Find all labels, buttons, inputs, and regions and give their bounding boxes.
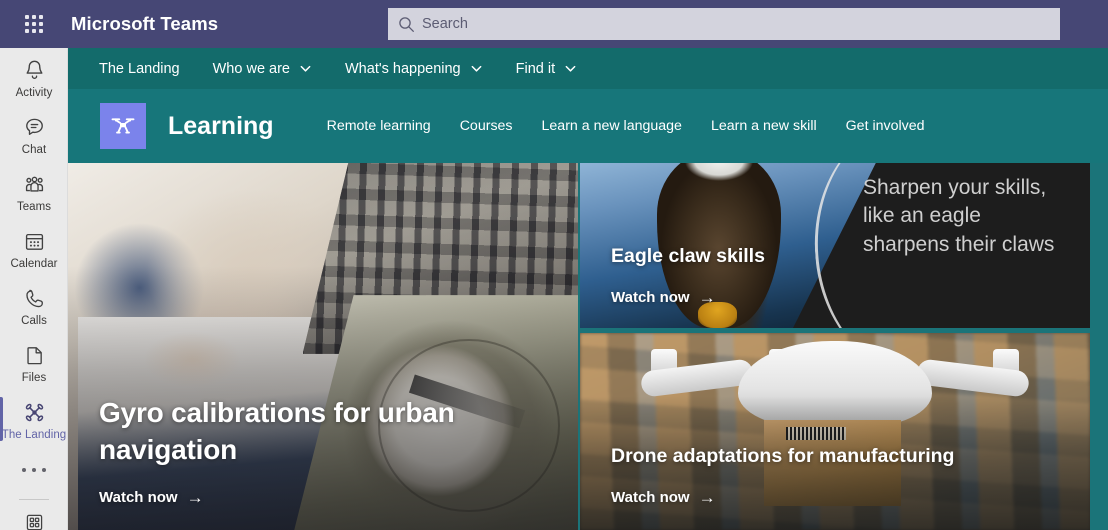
watch-now-label: Watch now: [99, 489, 178, 506]
page-title: Microsoft Teams: [71, 13, 219, 34]
sidebar-item-label: Files: [21, 372, 47, 384]
more-apps-button[interactable]: [0, 447, 67, 493]
drone-card-title: Drone adaptations for manufacturing: [611, 445, 955, 467]
search-input[interactable]: [422, 16, 1050, 32]
nav-item-find-it[interactable]: Find it: [516, 48, 578, 89]
nav-item-label: The Landing: [99, 60, 180, 77]
site-title: Learning: [168, 111, 274, 140]
nav-item-label: Find it: [515, 60, 556, 77]
nav-item-who-we-are[interactable]: Who we are: [213, 48, 312, 89]
sidebar-item-label: Activity: [15, 87, 53, 99]
nav-item-whats-happening[interactable]: What's happening: [345, 48, 483, 89]
sidebar-item-activity[interactable]: Activity: [0, 48, 67, 105]
teams-window: Microsoft Teams Activity: [0, 0, 1108, 530]
ellipsis-icon: [22, 468, 26, 472]
search-icon: [398, 16, 415, 33]
sidebar-item-files[interactable]: Files: [0, 333, 67, 390]
sublink-get-involved[interactable]: Get involved: [846, 118, 925, 134]
sidebar-item-label: Teams: [16, 201, 52, 213]
arrow-right-icon: →: [698, 288, 716, 307]
sublink-remote-learning[interactable]: Remote learning: [327, 118, 431, 134]
sidebar-item-calendar[interactable]: Calendar: [0, 219, 67, 276]
arrow-right-icon: →: [698, 488, 716, 507]
apps-grid-icon: [23, 511, 46, 530]
sidebar-item-the-landing[interactable]: The Landing: [0, 390, 67, 447]
nav-item-the-landing[interactable]: The Landing: [99, 48, 180, 89]
sidebar-item-label: Chat: [21, 144, 47, 156]
hero-card-gyro-calibrations[interactable]: Gyro calibrations for urban navigation W…: [68, 163, 578, 530]
chevron-down-icon: [299, 62, 312, 75]
site-header: Learning Remote learning Courses Learn a…: [68, 89, 1108, 163]
phone-icon: [22, 286, 47, 311]
sublink-courses[interactable]: Courses: [460, 118, 513, 134]
title-bar: Microsoft Teams: [0, 0, 1108, 48]
drone-icon: [22, 400, 47, 425]
search-bar[interactable]: [388, 8, 1060, 40]
eagle-card-title: Eagle claw skills: [611, 245, 765, 267]
nav-item-label: Who we are: [212, 60, 290, 77]
document-icon: [22, 343, 47, 368]
drone-card-content: Drone adaptations for manufacturing Watc…: [611, 445, 954, 506]
bell-icon: [22, 58, 47, 83]
arrow-right-icon: →: [186, 488, 204, 507]
nav-item-label: What's happening: [345, 60, 461, 77]
chevron-down-icon: [564, 62, 577, 75]
sidebar-item-teams[interactable]: Teams: [0, 162, 67, 219]
hero-card-content: Gyro calibrations for urban navigation W…: [99, 394, 529, 506]
chevron-down-icon: [470, 62, 483, 75]
drone-logo-icon[interactable]: [100, 103, 146, 149]
card-eagle-claw-skills[interactable]: Sharpen your skills, like an eagle sharp…: [580, 163, 1090, 328]
watch-now-label: Watch now: [611, 489, 690, 506]
site-sub-navigation: Remote learning Courses Learn a new lang…: [327, 118, 925, 134]
eagle-watch-now-link[interactable]: Watch now →: [611, 289, 765, 306]
drone-watch-now-link[interactable]: Watch now →: [611, 489, 954, 506]
sidebar-item-label: Calendar: [10, 258, 58, 270]
sidebar-item-calls[interactable]: Calls: [0, 276, 67, 333]
content-area: Gyro calibrations for urban navigation W…: [68, 163, 1108, 530]
app-launcher-grid-icon[interactable]: [17, 7, 51, 41]
hero-card-title: Gyro calibrations for urban navigation: [99, 396, 455, 465]
sidebar-item-label: The Landing: [1, 429, 67, 441]
chat-bubble-icon: [22, 115, 47, 140]
sublink-learn-a-new-language[interactable]: Learn a new language: [542, 118, 682, 134]
eagle-card-content: Eagle claw skills Watch now →: [611, 245, 765, 306]
ellipsis-icon: [42, 468, 46, 472]
sidebar-item-label: Calls: [21, 315, 47, 327]
left-app-rail: Activity Chat Teams Calendar Calls Files…: [0, 48, 68, 530]
sublink-learn-a-new-skill[interactable]: Learn a new skill: [711, 118, 817, 134]
eagle-card-quote: Sharpen your skills, like an eagle sharp…: [863, 176, 1055, 256]
site-navigation-bar: The Landing Who we are What's happening …: [68, 48, 1108, 89]
ellipsis-icon: [32, 468, 36, 472]
people-icon: [22, 172, 47, 197]
card-drone-adaptations[interactable]: Drone adaptations for manufacturing Watc…: [580, 333, 1090, 530]
calendar-icon: [22, 229, 47, 254]
apps-button[interactable]: [0, 500, 67, 530]
sidebar-item-chat[interactable]: Chat: [0, 105, 67, 162]
watch-now-label: Watch now: [611, 289, 690, 306]
hero-watch-now-link[interactable]: Watch now →: [99, 489, 529, 506]
